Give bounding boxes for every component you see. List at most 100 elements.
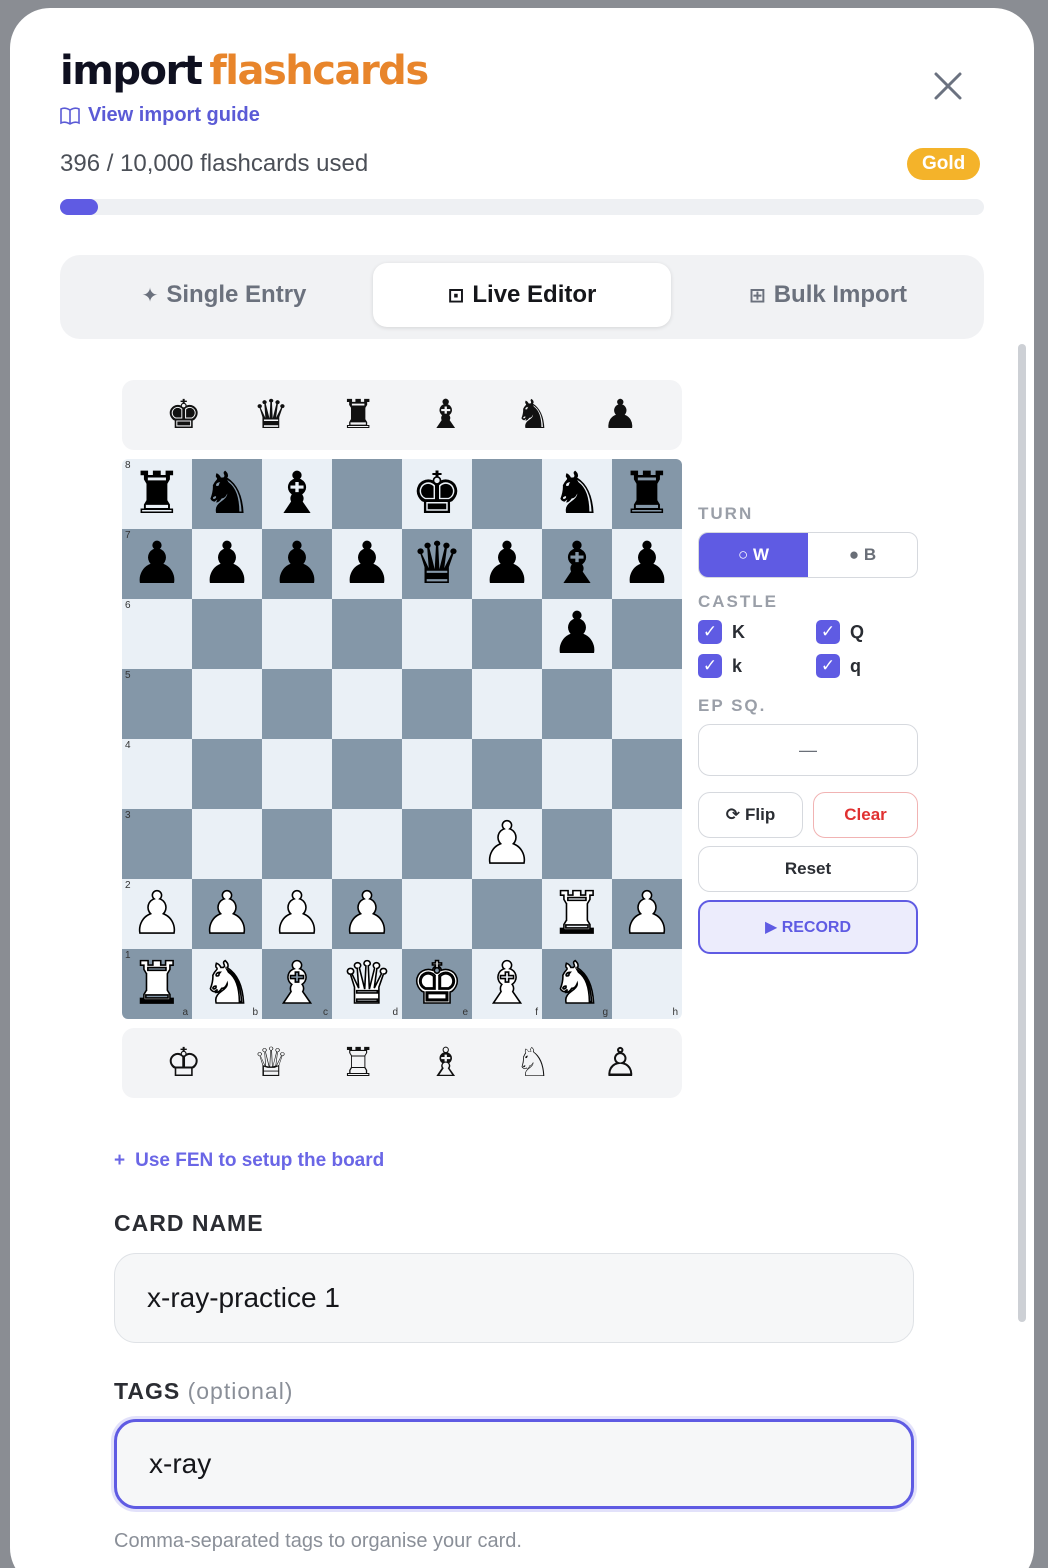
board-square-d4[interactable]: [332, 739, 402, 809]
white-rook-piece[interactable]: ♖: [340, 1043, 376, 1083]
reset-button[interactable]: Reset: [698, 846, 918, 892]
board-square-a4[interactable]: 4: [122, 739, 192, 809]
board-square-f5[interactable]: [472, 669, 542, 739]
castle-black-kingside-checkbox[interactable]: ✓ k: [698, 654, 816, 678]
board-square-c2[interactable]: ♟: [262, 879, 332, 949]
board-square-c1[interactable]: c ♝: [262, 949, 332, 1019]
board-square-c7[interactable]: ♟: [262, 529, 332, 599]
board-square-b6[interactable]: [192, 599, 262, 669]
board-square-c6[interactable]: [262, 599, 332, 669]
white-queen-piece[interactable]: ♛: [340, 954, 394, 1014]
board-square-d1[interactable]: d ♛: [332, 949, 402, 1019]
black-bishop-piece[interactable]: ♝: [271, 465, 323, 523]
black-rook-piece[interactable]: ♜: [340, 395, 376, 435]
black-knight-piece[interactable]: ♞: [201, 465, 253, 523]
black-pawn-piece[interactable]: ♟: [341, 535, 393, 593]
board-square-e3[interactable]: [402, 809, 472, 879]
white-pawn-piece[interactable]: ♙: [602, 1043, 638, 1083]
black-queen-piece[interactable]: ♛: [411, 535, 463, 593]
white-pawn-piece[interactable]: ♟: [200, 884, 254, 944]
board-square-b3[interactable]: [192, 809, 262, 879]
castle-white-kingside-checkbox[interactable]: ✓ K: [698, 620, 816, 644]
board-square-e1[interactable]: e ♚: [402, 949, 472, 1019]
board-square-e4[interactable]: [402, 739, 472, 809]
board-square-h1[interactable]: h: [612, 949, 682, 1019]
black-knight-piece[interactable]: ♞: [515, 395, 551, 435]
black-pawn-piece[interactable]: ♟: [271, 535, 323, 593]
white-knight-piece[interactable]: ♘: [515, 1043, 551, 1083]
ep-square-select[interactable]: —: [698, 724, 918, 776]
white-pawn-piece[interactable]: ♟: [620, 884, 674, 944]
board-square-d8[interactable]: [332, 459, 402, 529]
castle-white-queenside-checkbox[interactable]: ✓ Q: [816, 620, 916, 644]
white-bishop-piece[interactable]: ♝: [270, 954, 324, 1014]
board-square-a3[interactable]: 3: [122, 809, 192, 879]
board-square-g4[interactable]: [542, 739, 612, 809]
board-square-b1[interactable]: b ♞: [192, 949, 262, 1019]
board-square-a2[interactable]: 2 ♟: [122, 879, 192, 949]
white-rook-piece[interactable]: ♜: [130, 954, 184, 1014]
black-pawn-piece[interactable]: ♟: [481, 535, 533, 593]
black-pawn-piece[interactable]: ♟: [621, 535, 673, 593]
white-bishop-piece[interactable]: ♗: [428, 1043, 464, 1083]
black-queen-piece[interactable]: ♛: [253, 395, 289, 435]
board-square-c5[interactable]: [262, 669, 332, 739]
board-square-f8[interactable]: [472, 459, 542, 529]
board-square-e5[interactable]: [402, 669, 472, 739]
board-square-a1[interactable]: 1 a ♜: [122, 949, 192, 1019]
board-square-f1[interactable]: f ♝: [472, 949, 542, 1019]
black-pawn-piece[interactable]: ♟: [551, 605, 603, 663]
white-pawn-piece[interactable]: ♟: [480, 814, 534, 874]
board-square-h8[interactable]: ♜: [612, 459, 682, 529]
white-knight-piece[interactable]: ♞: [200, 954, 254, 1014]
board-square-g1[interactable]: g ♞: [542, 949, 612, 1019]
card-name-input[interactable]: [114, 1253, 914, 1343]
tab-single-entry[interactable]: ✦ Single Entry: [75, 263, 373, 327]
board-square-g8[interactable]: ♞: [542, 459, 612, 529]
board-square-b7[interactable]: ♟: [192, 529, 262, 599]
black-pawn-piece[interactable]: ♟: [602, 395, 638, 435]
castle-black-queenside-checkbox[interactable]: ✓ q: [816, 654, 916, 678]
black-rook-piece[interactable]: ♜: [131, 465, 183, 523]
view-import-guide-link[interactable]: View import guide: [60, 104, 260, 127]
tab-bulk-import[interactable]: ⊞ Bulk Import: [679, 263, 977, 327]
board-square-h2[interactable]: ♟: [612, 879, 682, 949]
scrollbar[interactable]: [1018, 344, 1026, 1322]
board-square-h6[interactable]: [612, 599, 682, 669]
white-king-piece[interactable]: ♔: [166, 1043, 202, 1083]
white-pawn-piece[interactable]: ♟: [130, 884, 184, 944]
board-square-b2[interactable]: ♟: [192, 879, 262, 949]
board-square-f6[interactable]: [472, 599, 542, 669]
tab-live-editor[interactable]: ⊡ Live Editor: [373, 263, 671, 327]
clear-button[interactable]: Clear: [813, 792, 918, 838]
board-square-c4[interactable]: [262, 739, 332, 809]
board-square-b5[interactable]: [192, 669, 262, 739]
board-square-g5[interactable]: [542, 669, 612, 739]
board-square-g2[interactable]: ♜: [542, 879, 612, 949]
white-rook-piece[interactable]: ♜: [550, 884, 604, 944]
board-square-g3[interactable]: [542, 809, 612, 879]
board-square-g7[interactable]: ♝: [542, 529, 612, 599]
board-square-e6[interactable]: [402, 599, 472, 669]
board-square-d6[interactable]: [332, 599, 402, 669]
board-square-e2[interactable]: [402, 879, 472, 949]
board-square-b8[interactable]: ♞: [192, 459, 262, 529]
board-square-d5[interactable]: [332, 669, 402, 739]
black-rook-piece[interactable]: ♜: [621, 465, 673, 523]
board-square-h3[interactable]: [612, 809, 682, 879]
board-square-h4[interactable]: [612, 739, 682, 809]
board-square-g6[interactable]: ♟: [542, 599, 612, 669]
black-king-piece[interactable]: ♚: [411, 465, 463, 523]
record-button[interactable]: ▶ RECORD: [698, 900, 918, 954]
board-square-h7[interactable]: ♟: [612, 529, 682, 599]
board-square-e7[interactable]: ♛: [402, 529, 472, 599]
white-pawn-piece[interactable]: ♟: [270, 884, 324, 944]
board-square-d3[interactable]: [332, 809, 402, 879]
board-square-a5[interactable]: 5: [122, 669, 192, 739]
white-pawn-piece[interactable]: ♟: [340, 884, 394, 944]
white-queen-piece[interactable]: ♕: [253, 1043, 289, 1083]
board-square-a8[interactable]: 8 ♜: [122, 459, 192, 529]
use-fen-link[interactable]: + Use FEN to setup the board: [114, 1150, 384, 1172]
black-bishop-piece[interactable]: ♝: [551, 535, 603, 593]
board-square-f7[interactable]: ♟: [472, 529, 542, 599]
